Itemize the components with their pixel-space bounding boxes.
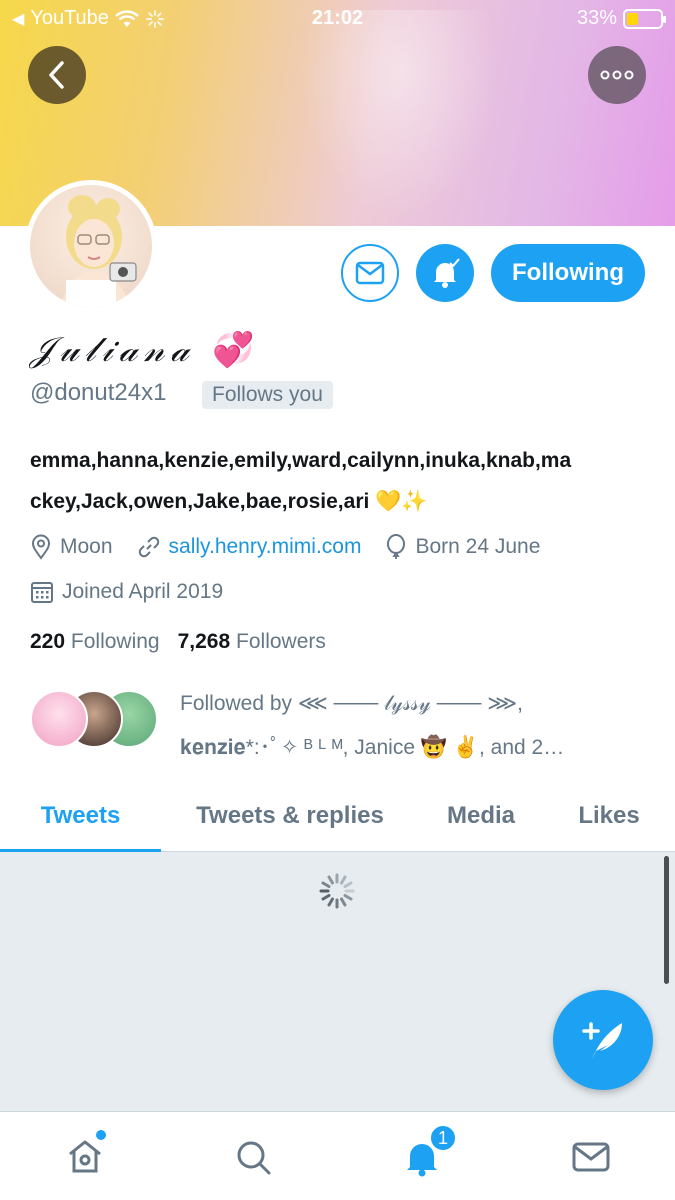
followed-by-line-2: 𝐤𝐞𝐧𝐳𝐢𝐞*:･ﾟ✧ ᴮ ᴸ ᴹ, Janice 🤠 ✌️, and 2… <box>180 736 565 759</box>
website[interactable]: sally.henry.mimi.com <box>137 535 362 559</box>
status-time: 21:02 <box>311 7 364 29</box>
balloon-icon <box>387 534 406 559</box>
envelope-icon <box>355 261 385 285</box>
tab-tweets[interactable]: Tweets <box>0 780 161 853</box>
link-icon <box>138 536 159 558</box>
battery-icon <box>623 8 666 29</box>
birthday-text: Born 24 June <box>415 535 541 558</box>
profile-bio: emma,hanna,kenzie,emily,ward,cailynn,inu… <box>30 440 650 522</box>
compose-tweet-button[interactable] <box>553 990 653 1090</box>
profile-avatar[interactable] <box>25 180 157 312</box>
following-button[interactable]: Following <box>491 244 645 302</box>
home-new-dot <box>96 1130 106 1140</box>
profile-name: 𝒥𝓊𝓁𝒾𝒶𝓃𝒶 💞 <box>30 330 254 370</box>
followers-count-link[interactable]: 7,268 Followers <box>178 630 326 654</box>
joined-text: Joined April 2019 <box>62 580 224 603</box>
bell-check-icon <box>434 258 460 288</box>
followed-by-avatars[interactable] <box>30 690 160 750</box>
joined: Joined April 2019 <box>30 580 223 604</box>
nav-home[interactable] <box>64 1130 106 1178</box>
birthday: Born 24 June <box>385 534 540 560</box>
bio-line-2: ckey,Jack,owen,Jake,bae,rosie,ari 💛✨ <box>30 490 428 513</box>
location: Moon <box>30 534 113 560</box>
back-button[interactable] <box>28 46 86 104</box>
calendar-icon <box>31 582 53 603</box>
notifications-toggle-button[interactable] <box>416 244 474 302</box>
joined-row: Joined April 2019 <box>30 580 247 604</box>
profile-meta-row: Moon sally.henry.mimi.com Born 24 June <box>30 534 564 560</box>
follow-counts: 220 Following 7,268 Followers <box>30 630 326 654</box>
message-button[interactable] <box>341 244 399 302</box>
chevron-left-icon <box>49 61 64 89</box>
followers-label: Followers <box>236 630 326 653</box>
avatar-illustration <box>60 195 137 307</box>
follows-you-badge: Follows you <box>202 381 333 409</box>
nav-messages[interactable] <box>570 1136 612 1178</box>
profile-name-text: 𝒥𝓊𝓁𝒾𝒶𝓃𝒶 <box>30 330 196 370</box>
loading-spinner-icon <box>319 873 355 909</box>
website-link[interactable]: sally.henry.mimi.com <box>169 535 362 559</box>
notifications-badge: 1 <box>429 1124 457 1152</box>
tab-tweets-replies[interactable]: Tweets & replies <box>161 780 419 852</box>
home-icon <box>69 1140 101 1173</box>
followed-by-line-1: Followed by ⋘ ─── 𝓁𝓎𝓈𝓈𝓎 ─── ⋙, <box>180 692 523 715</box>
location-pin-icon <box>31 534 51 560</box>
followed-by-text[interactable]: Followed by ⋘ ─── 𝓁𝓎𝓈𝓈𝓎 ─── ⋙, 𝐤𝐞𝐧𝐳𝐢𝐞*:･… <box>180 682 650 770</box>
battery-percent: 33% <box>576 7 617 29</box>
bottom-navigation: 1 <box>0 1111 675 1200</box>
more-dots-icon <box>600 70 634 80</box>
scrollbar[interactable] <box>664 856 669 984</box>
nav-notifications[interactable]: 1 <box>401 1124 457 1178</box>
followers-count: 7,268 <box>177 630 231 653</box>
following-count-link[interactable]: 220 Following <box>30 630 160 654</box>
banner-figure <box>300 10 500 220</box>
tab-media[interactable]: Media <box>419 780 543 852</box>
bio-line-1: emma,hanna,kenzie,emily,ward,cailynn,inu… <box>30 449 572 472</box>
tab-likes[interactable]: Likes <box>543 780 675 852</box>
profile-name-emoji: 💞 <box>211 330 255 370</box>
profile-handle: @donut24x1 <box>30 379 167 406</box>
messages-icon <box>572 1142 610 1172</box>
profile-tabs: Tweets Tweets & replies Media Likes <box>0 780 675 853</box>
location-text: Moon <box>60 535 113 558</box>
follower-avatar <box>30 690 88 748</box>
nav-search[interactable] <box>232 1136 274 1178</box>
following-count: 220 <box>30 630 66 653</box>
status-bar: ◀ YouTube 21:02 33% <box>0 0 675 38</box>
search-icon <box>237 1141 271 1175</box>
compose-feather-icon <box>582 1022 622 1059</box>
following-label: Following <box>70 630 160 653</box>
more-button[interactable] <box>588 46 646 104</box>
